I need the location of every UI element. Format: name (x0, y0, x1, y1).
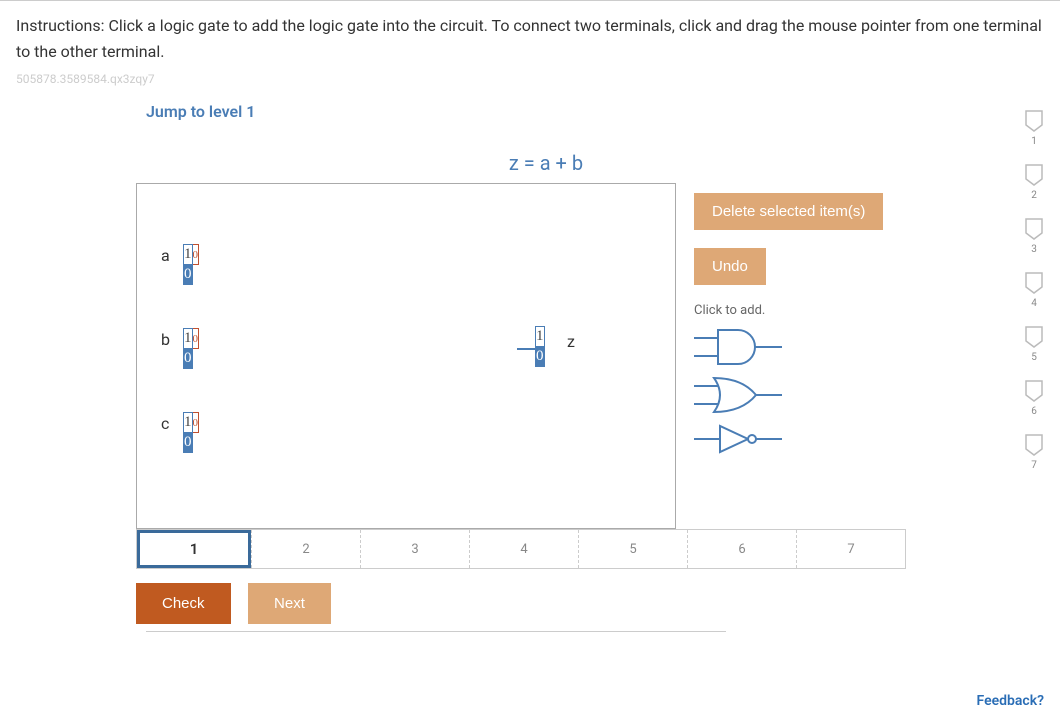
shield-icon (1024, 433, 1044, 457)
bit-value[interactable]: 1 (184, 329, 193, 349)
level-shield-1[interactable]: 1 (1024, 109, 1044, 147)
io-table[interactable]: 1 0 (535, 326, 545, 367)
steps-row: 1234567 (136, 529, 906, 569)
bit-small[interactable]: 0 (192, 329, 199, 349)
level-shields: 1 2 3 4 5 6 7 (1016, 109, 1052, 487)
step-cell-2[interactable]: 2 (251, 530, 360, 568)
or-gate-icon[interactable] (694, 372, 786, 418)
output-label: z (567, 332, 575, 351)
step-cell-7[interactable]: 7 (796, 530, 905, 568)
click-to-add-label: Click to add. (694, 303, 934, 318)
shield-icon (1024, 109, 1044, 133)
step-cell-1[interactable]: 1 (137, 530, 251, 568)
bit-value[interactable]: 1 (184, 245, 193, 265)
equation-text: z = a + b (446, 151, 646, 175)
and-gate-icon[interactable] (694, 324, 786, 370)
shield-number: 1 (1024, 136, 1044, 147)
level-shield-7[interactable]: 7 (1024, 433, 1044, 471)
io-table[interactable]: 10 0 (183, 328, 199, 369)
bit-small[interactable]: 0 (192, 245, 199, 265)
shield-icon (1024, 217, 1044, 241)
bit-selected[interactable]: 0 (184, 433, 193, 453)
level-shield-3[interactable]: 3 (1024, 217, 1044, 255)
level-shield-4[interactable]: 4 (1024, 271, 1044, 309)
bit-small[interactable]: 0 (192, 413, 199, 433)
step-cell-3[interactable]: 3 (360, 530, 469, 568)
shield-icon (1024, 325, 1044, 349)
undo-button[interactable]: Undo (694, 248, 766, 285)
step-cell-6[interactable]: 6 (687, 530, 796, 568)
io-table[interactable]: 10 0 (183, 244, 199, 285)
instructions-text: Instructions: Click a logic gate to add … (16, 13, 1044, 64)
feedback-link[interactable]: Feedback? (977, 693, 1044, 709)
check-button[interactable]: Check (136, 583, 231, 624)
step-cell-5[interactable]: 5 (578, 530, 687, 568)
bit-selected[interactable]: 0 (184, 349, 193, 369)
input-label: c (161, 414, 169, 433)
delete-selected-button[interactable]: Delete selected item(s) (694, 193, 883, 230)
bit-selected[interactable]: 0 (184, 265, 193, 285)
output-wire (517, 326, 535, 372)
level-shield-2[interactable]: 2 (1024, 163, 1044, 201)
question-id: 505878.3589584.qx3zqy7 (16, 72, 1044, 86)
bit-value[interactable]: 1 (536, 327, 545, 347)
divider (146, 631, 726, 632)
right-panel: Delete selected item(s) Undo Click to ad… (694, 183, 934, 460)
shield-number: 5 (1024, 352, 1044, 363)
level-shield-5[interactable]: 5 (1024, 325, 1044, 363)
not-gate-icon[interactable] (694, 420, 786, 458)
io-table[interactable]: 10 0 (183, 412, 199, 453)
step-cell-4[interactable]: 4 (469, 530, 578, 568)
shield-number: 4 (1024, 298, 1044, 309)
shield-icon (1024, 271, 1044, 295)
level-shield-6[interactable]: 6 (1024, 379, 1044, 417)
bit-selected[interactable]: 0 (536, 347, 545, 367)
input-label: b (161, 330, 170, 349)
shield-number: 7 (1024, 460, 1044, 471)
bit-value[interactable]: 1 (184, 413, 193, 433)
shield-number: 2 (1024, 190, 1044, 201)
shield-number: 6 (1024, 406, 1044, 417)
next-button[interactable]: Next (248, 583, 331, 624)
circuit-canvas[interactable]: a 10 0 b 10 0 c 10 0 (136, 183, 676, 529)
jump-to-level-link[interactable]: Jump to level 1 (146, 102, 255, 121)
input-label: a (161, 246, 170, 265)
shield-number: 3 (1024, 244, 1044, 255)
shield-icon (1024, 163, 1044, 187)
shield-icon (1024, 379, 1044, 403)
